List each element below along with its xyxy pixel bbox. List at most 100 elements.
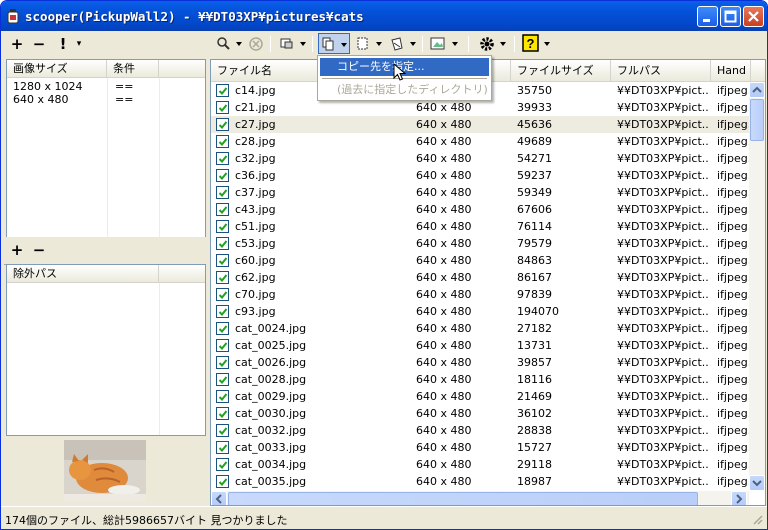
cat-preview-image <box>64 440 146 502</box>
help-icon[interactable]: ? <box>522 34 554 54</box>
full-path: ¥¥DT03XP¥pict... <box>617 390 709 403</box>
table-row[interactable]: c43.jpg 640 x 480 67606 ¥¥DT03XP¥pict... ifj… <box>211 201 749 218</box>
file-name: c93.jpg <box>235 305 276 318</box>
view-icon[interactable] <box>430 36 462 52</box>
file-checkbox[interactable] <box>216 390 229 403</box>
list-item[interactable]: 640 x 480 == <box>7 93 205 106</box>
exclude-path-list[interactable]: 除外パス <box>6 264 206 436</box>
column-header-filesize[interactable]: ファイルサイズ <box>511 60 611 82</box>
close-button[interactable] <box>743 6 764 27</box>
file-checkbox[interactable] <box>216 458 229 471</box>
table-row[interactable]: cat_0028.jpg 640 x 480 18116 ¥¥DT03XP¥pict.… <box>211 371 749 388</box>
column-header-handler[interactable]: Hand <box>711 60 751 82</box>
table-row[interactable]: c27.jpg 640 x 480 45636 ¥¥DT03XP¥pict... ifj… <box>211 116 749 133</box>
file-checkbox[interactable] <box>216 475 229 488</box>
file-checkbox[interactable] <box>216 339 229 352</box>
search-icon[interactable] <box>216 36 244 52</box>
app-icon <box>7 9 19 24</box>
table-row[interactable]: cat_0033.jpg 640 x 480 15727 ¥¥DT03XP¥pict.… <box>211 439 749 456</box>
stop-icon[interactable] <box>248 36 264 52</box>
image-dimensions: 640 x 480 <box>416 118 472 131</box>
file-checkbox[interactable] <box>216 203 229 216</box>
size-filter-list[interactable]: 画像サイズ 条件 1280 x 1024 == 640 x 480 == <box>6 59 206 259</box>
table-row[interactable]: c37.jpg 640 x 480 59349 ¥¥DT03XP¥pict... ifj… <box>211 184 749 201</box>
table-row[interactable]: c60.jpg 640 x 480 84863 ¥¥DT03XP¥pict... ifj… <box>211 252 749 269</box>
copy-dropdown-button[interactable] <box>318 33 350 54</box>
table-row[interactable]: cat_0029.jpg 640 x 480 21469 ¥¥DT03XP¥pict.… <box>211 388 749 405</box>
file-checkbox[interactable] <box>216 220 229 233</box>
horizontal-scroll-thumb[interactable] <box>228 492 698 505</box>
handler: ifjpeg. <box>717 407 749 420</box>
table-row[interactable]: cat_0032.jpg 640 x 480 28838 ¥¥DT03XP¥pict.… <box>211 422 749 439</box>
file-checkbox[interactable] <box>216 441 229 454</box>
table-row[interactable]: c62.jpg 640 x 480 86167 ¥¥DT03XP¥pict... ifj… <box>211 269 749 286</box>
table-row[interactable]: c51.jpg 640 x 480 76114 ¥¥DT03XP¥pict... ifj… <box>211 218 749 235</box>
file-checkbox[interactable] <box>216 288 229 301</box>
file-name: cat_0029.jpg <box>235 390 307 403</box>
add-exclude-button[interactable]: + <box>10 240 24 260</box>
table-row[interactable]: c93.jpg 640 x 480 194070 ¥¥DT03XP¥pict... if… <box>211 303 749 320</box>
column-header-image-size[interactable]: 画像サイズ <box>7 60 107 78</box>
file-checkbox[interactable] <box>216 373 229 386</box>
table-row[interactable]: c21.jpg 640 x 480 39933 ¥¥DT03XP¥pict... ifj… <box>211 99 749 116</box>
maximize-button[interactable] <box>720 6 741 27</box>
file-checkbox[interactable] <box>216 254 229 267</box>
file-checkbox[interactable] <box>216 101 229 114</box>
table-row[interactable]: c36.jpg 640 x 480 59237 ¥¥DT03XP¥pict... ifj… <box>211 167 749 184</box>
scroll-up-button[interactable] <box>749 82 765 98</box>
checkmark-icon <box>218 138 228 146</box>
remove-filter-button[interactable]: − <box>32 34 46 54</box>
vertical-scrollbar[interactable] <box>749 82 765 491</box>
table-row[interactable]: cat_0035.jpg 640 x 480 18987 ¥¥DT03XP¥pict.… <box>211 473 749 490</box>
horizontal-scrollbar[interactable] <box>211 491 749 505</box>
file-checkbox[interactable] <box>216 305 229 318</box>
scroll-left-button[interactable] <box>211 491 227 505</box>
checkmark-icon <box>218 308 228 316</box>
list-item[interactable]: 1280 x 1024 == <box>7 80 205 93</box>
file-checkbox[interactable] <box>216 186 229 199</box>
remove-exclude-button[interactable]: − <box>32 240 46 260</box>
file-checkbox[interactable] <box>216 424 229 437</box>
condition-value: == <box>115 93 134 106</box>
move-icon[interactable] <box>356 36 384 52</box>
gear-icon[interactable] <box>478 34 510 54</box>
file-checkbox[interactable] <box>216 356 229 369</box>
delete-icon[interactable] <box>390 36 418 52</box>
scroll-right-button[interactable] <box>731 491 747 505</box>
file-checkbox[interactable] <box>216 84 229 97</box>
file-checkbox[interactable] <box>216 118 229 131</box>
file-size: 79579 <box>517 237 552 250</box>
file-checkbox[interactable] <box>216 152 229 165</box>
table-row[interactable]: cat_0034.jpg 640 x 480 29118 ¥¥DT03XP¥pict.… <box>211 456 749 473</box>
table-row[interactable]: cat_0030.jpg 640 x 480 36102 ¥¥DT03XP¥pict.… <box>211 405 749 422</box>
image-dimensions: 640 x 480 <box>416 101 472 114</box>
minimize-button[interactable] <box>697 6 718 27</box>
column-header-condition[interactable]: 条件 <box>107 60 159 78</box>
column-header-fullpath[interactable]: フルパス <box>611 60 711 82</box>
file-checkbox[interactable] <box>216 169 229 182</box>
table-row[interactable]: c28.jpg 640 x 480 49689 ¥¥DT03XP¥pict... ifj… <box>211 133 749 150</box>
column-header-exclude-path[interactable]: 除外パス <box>7 265 159 283</box>
file-checkbox[interactable] <box>216 407 229 420</box>
checkmark-icon <box>218 393 228 401</box>
scroll-down-button[interactable] <box>749 475 765 491</box>
file-checkbox[interactable] <box>216 271 229 284</box>
mark-filter-button[interactable]: ! <box>58 34 68 54</box>
file-checkbox[interactable] <box>216 237 229 250</box>
table-row[interactable]: cat_0025.jpg 640 x 480 13731 ¥¥DT03XP¥pict.… <box>211 337 749 354</box>
add-filter-button[interactable]: + <box>10 34 24 54</box>
window-icon[interactable] <box>280 36 308 52</box>
file-list[interactable]: ファイル名 サイズ ファイルサイズ フルパス Hand c14.jpg35750… <box>210 59 766 506</box>
file-checkbox[interactable] <box>216 322 229 335</box>
file-name: c36.jpg <box>235 169 276 182</box>
file-checkbox[interactable] <box>216 135 229 148</box>
resize-grip-icon[interactable] <box>751 513 763 525</box>
title-bar[interactable]: scooper(PickupWall2) - ¥¥DT03XP¥pictures… <box>1 1 767 31</box>
table-row[interactable]: c70.jpg 640 x 480 97839 ¥¥DT03XP¥pict... ifj… <box>211 286 749 303</box>
table-row[interactable]: c32.jpg 640 x 480 54271 ¥¥DT03XP¥pict... ifj… <box>211 150 749 167</box>
vertical-scroll-thumb[interactable] <box>750 99 764 141</box>
mark-dropdown-button[interactable]: ▾ <box>74 34 84 54</box>
table-row[interactable]: c53.jpg 640 x 480 79579 ¥¥DT03XP¥pict... ifj… <box>211 235 749 252</box>
table-row[interactable]: cat_0024.jpg 640 x 480 27182 ¥¥DT03XP¥pict.… <box>211 320 749 337</box>
table-row[interactable]: cat_0026.jpg 640 x 480 39857 ¥¥DT03XP¥pict.… <box>211 354 749 371</box>
